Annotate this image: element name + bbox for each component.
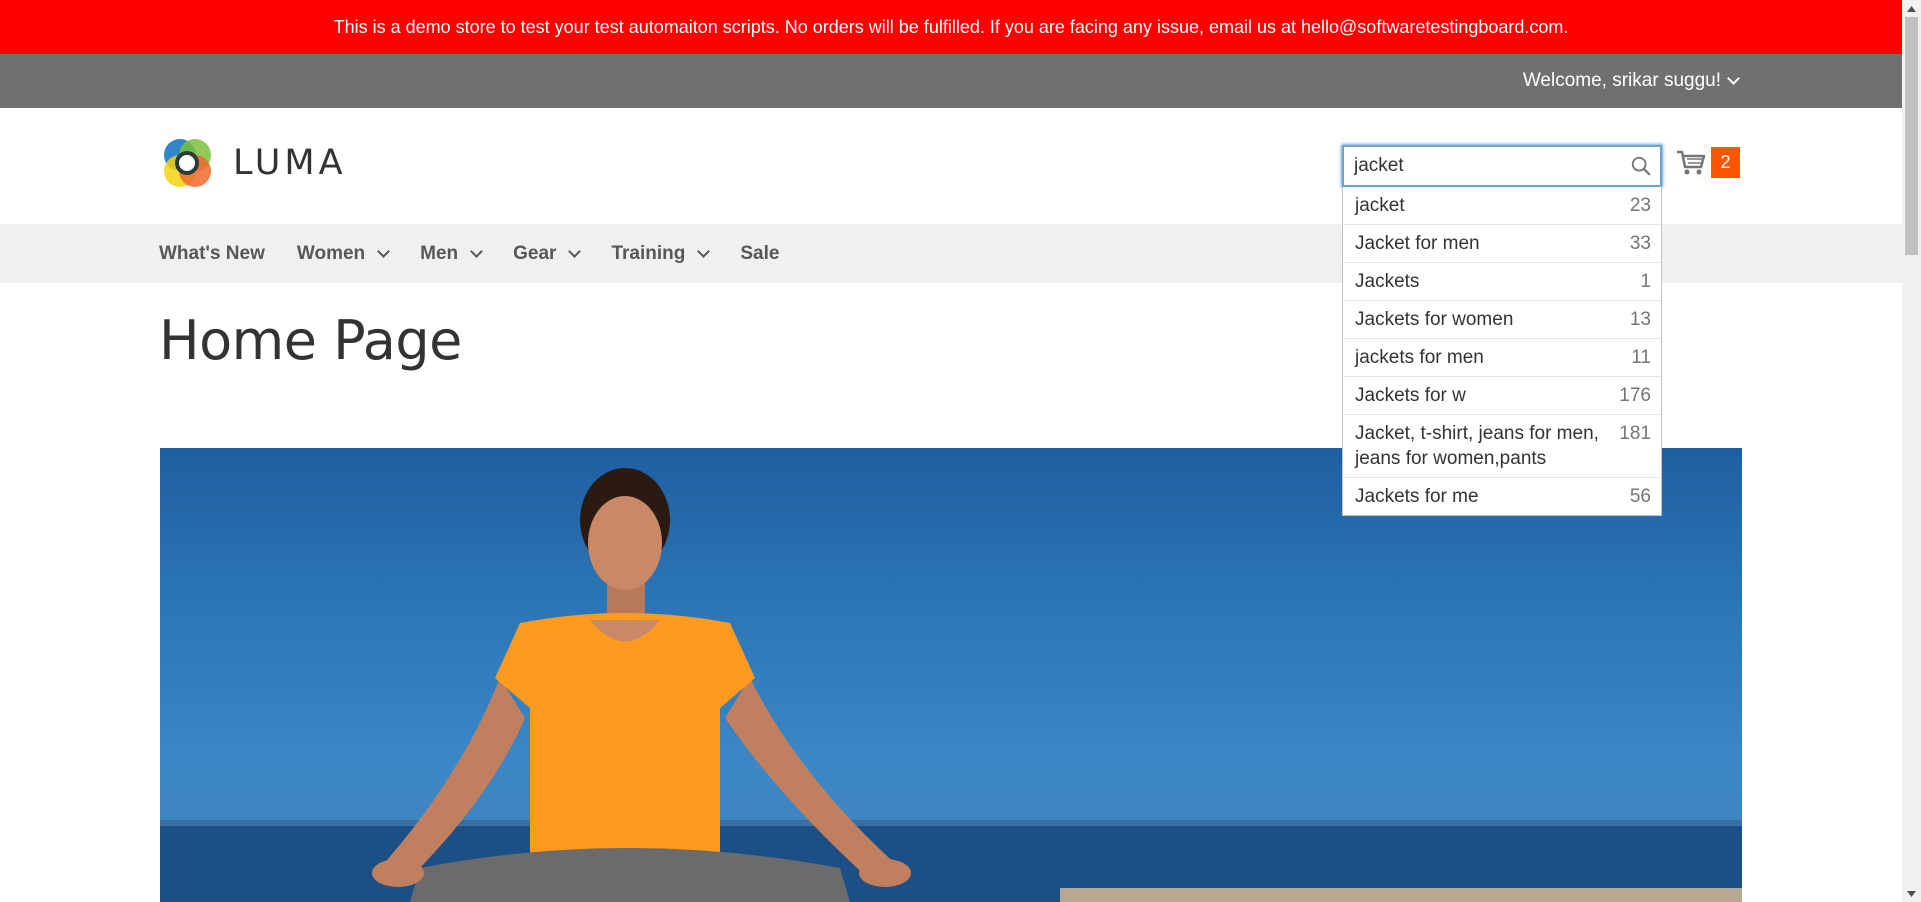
- nav-item-label: Sale: [740, 242, 780, 264]
- nav-item-label: Training: [611, 242, 686, 264]
- search-input[interactable]: [1344, 147, 1614, 185]
- scroll-down-arrow-icon[interactable]: [1902, 885, 1921, 902]
- hero-illustration: [160, 468, 1742, 902]
- search-suggestion-item[interactable]: Jackets for women 13: [1343, 301, 1661, 339]
- minicart-link[interactable]: 2: [1676, 147, 1740, 178]
- chevron-down-icon: [697, 244, 711, 258]
- suggestion-count: 23: [1629, 195, 1651, 216]
- search-box: [1342, 145, 1662, 187]
- nav-item-sale[interactable]: Sale: [740, 243, 779, 265]
- page-scrollbar[interactable]: [1902, 0, 1921, 902]
- suggestion-term: jacket: [1355, 195, 1405, 216]
- suggestion-term: Jacket, t-shirt, jeans for men, jeans fo…: [1355, 423, 1599, 469]
- suggestion-count: 11: [1631, 347, 1651, 368]
- customer-welcome-menu[interactable]: Welcome, srikar suggu!: [1522, 54, 1740, 108]
- suggestion-term: Jackets: [1355, 271, 1420, 292]
- panel-header: Welcome, srikar suggu!: [0, 54, 1902, 108]
- suggestion-count: 181: [1619, 423, 1651, 444]
- search-icon[interactable]: [1630, 155, 1652, 177]
- nav-item-gear[interactable]: Gear: [513, 242, 582, 265]
- scrollbar-thumb[interactable]: [1905, 17, 1918, 255]
- luma-logo-icon: [164, 139, 211, 187]
- search-suggestion-item[interactable]: jacket 23: [1343, 187, 1661, 225]
- suggestion-term: Jacket for men: [1355, 233, 1480, 254]
- search-suggestion-item[interactable]: Jacket, t-shirt, jeans for men, jeans fo…: [1343, 415, 1661, 478]
- search-suggestion-item[interactable]: jackets for men 11: [1343, 339, 1661, 377]
- nav-item-label: Gear: [513, 242, 557, 264]
- search-suggestion-item[interactable]: Jackets for me 56: [1343, 478, 1661, 515]
- luma-logo-link[interactable]: LUMA: [159, 135, 347, 191]
- nav-item-whats-new[interactable]: What's New: [159, 243, 265, 265]
- nav-item-label: Men: [420, 242, 459, 264]
- nav-list: What's New Women Men Gear Training Sale: [159, 224, 811, 283]
- chevron-down-icon: [377, 244, 391, 258]
- shopping-cart-icon: [1677, 150, 1706, 174]
- nav-item-label: Women: [296, 242, 366, 264]
- chevron-down-icon: [1727, 72, 1740, 85]
- suggestion-term: Jackets for women: [1355, 309, 1514, 330]
- suggestion-term: jackets for men: [1355, 347, 1484, 368]
- suggestion-count: 56: [1629, 486, 1651, 507]
- suggestion-count: 33: [1629, 233, 1651, 254]
- cart-count-badge: 2: [1711, 147, 1740, 178]
- nav-item-label: What's New: [159, 242, 265, 264]
- nav-item-training[interactable]: Training: [611, 242, 711, 265]
- hero-banner-image[interactable]: [160, 448, 1742, 902]
- page-title: Home Page: [159, 309, 462, 372]
- search-suggestion-item[interactable]: Jackets for w 176: [1343, 377, 1661, 415]
- scroll-up-arrow-icon[interactable]: [1902, 0, 1921, 17]
- search-suggestion-item[interactable]: Jacket for men 33: [1343, 225, 1661, 263]
- nav-item-men[interactable]: Men: [420, 242, 484, 265]
- logo-text: LUMA: [233, 143, 347, 183]
- suggestion-term: Jackets for me: [1355, 486, 1479, 507]
- welcome-text: Welcome, srikar suggu!: [1522, 70, 1721, 91]
- suggestion-count: 1: [1640, 271, 1651, 292]
- suggestion-term: Jackets for w: [1355, 385, 1466, 406]
- nav-item-women[interactable]: Women: [296, 242, 391, 265]
- suggestion-count: 176: [1619, 385, 1651, 406]
- demo-notice-banner: This is a demo store to test your test a…: [0, 0, 1902, 54]
- search-suggestion-item[interactable]: Jackets 1: [1343, 263, 1661, 301]
- suggestion-count: 13: [1629, 309, 1651, 330]
- chevron-down-icon: [568, 244, 582, 258]
- chevron-down-icon: [470, 244, 484, 258]
- demo-notice-text: This is a demo store to test your test a…: [333, 16, 1569, 37]
- search-autocomplete-dropdown: jacket 23 Jacket for men 33 Jackets 1 Ja…: [1342, 187, 1662, 516]
